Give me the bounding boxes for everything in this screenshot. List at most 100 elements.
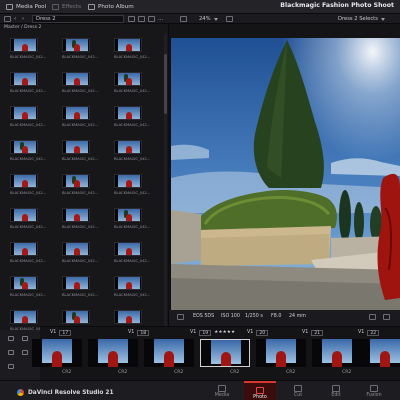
- thumbnail-caption: BLACKMAGIC_042...: [10, 122, 47, 127]
- track-label: V1: [50, 330, 57, 335]
- media-pool-button[interactable]: Media Pool: [6, 3, 46, 11]
- sort-button[interactable]: [148, 15, 155, 23]
- settings-icon: [177, 314, 184, 320]
- thumbnail-caption: BLACKMAGIC_042...: [10, 224, 47, 229]
- thumbnail-image: [62, 106, 90, 120]
- page-tab-photo[interactable]: Photo: [244, 381, 276, 400]
- thumbnail-image: [62, 72, 90, 86]
- track-label: V1: [358, 330, 365, 335]
- filmstrip-thumbnail[interactable]: [256, 339, 306, 367]
- media-pool-icon: [6, 4, 13, 10]
- photo-thumbnail[interactable]: BLACKMAGIC_042...: [10, 38, 47, 59]
- photo-thumbnail[interactable]: BLACKMAGIC_042...: [62, 38, 98, 59]
- filmstrip-thumbnail[interactable]: [88, 339, 138, 367]
- photo-thumbnail[interactable]: BLACKMAGIC_042...: [114, 140, 150, 161]
- star-icon[interactable]: [8, 350, 14, 355]
- album-dropdown-value: Dress 2: [36, 16, 56, 22]
- photo-album-icon: [88, 4, 95, 10]
- flag-icon[interactable]: [22, 336, 28, 341]
- filmstrip-thumbnail[interactable]: [200, 339, 250, 367]
- photo-thumbnail[interactable]: BLACKMAGIC_042...: [62, 106, 98, 127]
- photo-thumbnail[interactable]: BLACKMAGIC_042...: [10, 72, 46, 93]
- photo-thumbnail[interactable]: BLACKMAGIC_042...: [10, 106, 47, 127]
- filmstrip-clip-label: V1 17: [50, 329, 72, 336]
- page-navigation-bar: DaVinci Resolve Studio 21 Media Photo Cut E…: [0, 380, 400, 400]
- photo-thumbnail[interactable]: BLACKMAGIC_042...: [62, 140, 99, 161]
- thumbnail-image: [62, 208, 90, 222]
- back-button[interactable]: ‹: [14, 15, 16, 23]
- filmstrip-thumbnail[interactable]: [360, 339, 400, 367]
- page-tab-media[interactable]: Media: [206, 381, 238, 400]
- page-tab-fusion[interactable]: Fusion: [358, 381, 390, 400]
- album-dropdown[interactable]: Dress 2: [32, 15, 124, 23]
- fusion-page-icon: [370, 385, 378, 392]
- heart-icon[interactable]: [8, 336, 14, 341]
- thumbnail-image: [10, 242, 38, 256]
- photo-thumbnail[interactable]: BLACKMAGIC_042...: [114, 106, 150, 127]
- filmstrip-clip-label: V1 22: [358, 329, 380, 336]
- effects-button[interactable]: Effects: [52, 3, 81, 11]
- thumbnail-image: [114, 38, 142, 52]
- tag-icon[interactable]: [22, 350, 28, 355]
- selection-dropdown[interactable]: Dress 2 Selects: [338, 15, 385, 23]
- page-tab-cut[interactable]: Cut: [282, 381, 314, 400]
- photo-thumbnail[interactable]: BLACKMAGIC_042...: [114, 72, 150, 93]
- sort-icon: [148, 16, 155, 22]
- photo-thumbnail[interactable]: BLACKMAGIC_042...: [10, 310, 46, 330]
- zoom-dropdown[interactable]: 24%: [199, 15, 218, 23]
- photo-viewer[interactable]: [171, 38, 400, 310]
- cut-page-icon: [294, 385, 302, 392]
- thumbnail-caption: BLACKMAGIC_042...: [62, 156, 99, 161]
- viewer-layout-button[interactable]: [180, 15, 187, 23]
- photo-thumbnail[interactable]: BLACKMAGIC_042...: [114, 242, 150, 263]
- browser-scrollbar[interactable]: [164, 34, 167, 330]
- star-rating[interactable]: ★★★★★: [214, 330, 235, 335]
- thumbnail-image: [10, 174, 38, 188]
- photo-thumbnail[interactable]: BLACKMAGIC_042...: [10, 174, 47, 195]
- grid-view-button[interactable]: [128, 15, 135, 23]
- photo-thumbnail[interactable]: BLACKMAGIC_042...: [62, 208, 98, 229]
- iso-value: ISO 100: [221, 314, 240, 319]
- forward-button[interactable]: ›: [22, 15, 24, 23]
- filter-icon[interactable]: [8, 364, 14, 369]
- project-title: Blackmagic Fashion Photo Shoot: [280, 2, 394, 9]
- list-view-button[interactable]: [138, 15, 145, 23]
- photo-thumbnail[interactable]: BLACKMAGIC_042...: [114, 208, 150, 229]
- filmstrip-thumbnail[interactable]: [312, 339, 362, 367]
- page-tab-edit[interactable]: Edit: [320, 381, 352, 400]
- page-tab-label: Media: [214, 393, 230, 398]
- page-tab-label: Edit: [331, 393, 341, 398]
- photo-album-button[interactable]: Photo Album: [88, 3, 134, 11]
- thumbnail-image: [10, 72, 38, 86]
- photo-thumbnail[interactable]: BLACKMAGIC_042...: [114, 38, 150, 59]
- photo-thumbnail[interactable]: BLACKMAGIC_042...: [10, 140, 46, 161]
- photo-thumbnail[interactable]: BLACKMAGIC_042...: [10, 242, 46, 263]
- photo-thumbnail[interactable]: BLACKMAGIC_042...: [10, 276, 46, 297]
- aperture-value: F8.0: [271, 314, 282, 319]
- filmstrip-thumbnail[interactable]: [32, 339, 82, 367]
- scrollbar-handle[interactable]: [164, 54, 167, 114]
- chevron-left-icon: ‹: [14, 16, 17, 22]
- filmstrip-thumbnail[interactable]: [144, 339, 194, 367]
- sidebar-toggle-button[interactable]: [4, 15, 11, 23]
- clip-number: 20: [256, 329, 269, 336]
- compare-button[interactable]: [369, 314, 376, 322]
- thumbnail-caption: BLACKMAGIC_042...: [10, 54, 47, 59]
- photo-thumbnail[interactable]: BLACKMAGIC_042...: [62, 174, 98, 195]
- thumbnail-image: [114, 72, 142, 86]
- more-options-button[interactable]: …: [158, 15, 163, 23]
- viewer-settings-button[interactable]: [177, 314, 184, 322]
- thumbnail-caption: BLACKMAGIC_042...: [10, 190, 47, 195]
- photo-thumbnail[interactable]: BLACKMAGIC_042...: [114, 276, 150, 297]
- photo-thumbnail[interactable]: BLACKMAGIC_042...: [114, 174, 150, 195]
- shutter-value: 1/250 s: [245, 314, 263, 319]
- photo-thumbnail[interactable]: BLACKMAGIC_042...: [62, 276, 98, 297]
- fit-button[interactable]: [226, 15, 233, 23]
- photo-thumbnail[interactable]: BLACKMAGIC_042...: [10, 208, 47, 229]
- photo-thumbnail[interactable]: BLACKMAGIC_042...: [62, 72, 98, 93]
- photo-thumbnail[interactable]: BLACKMAGIC_042...: [62, 242, 98, 263]
- clip-number: 21: [311, 329, 324, 336]
- top-toolbar: Media Pool Effects Photo Album Blackmagi…: [0, 0, 400, 14]
- fullscreen-button[interactable]: [383, 314, 390, 322]
- clip-number: 19: [199, 329, 212, 336]
